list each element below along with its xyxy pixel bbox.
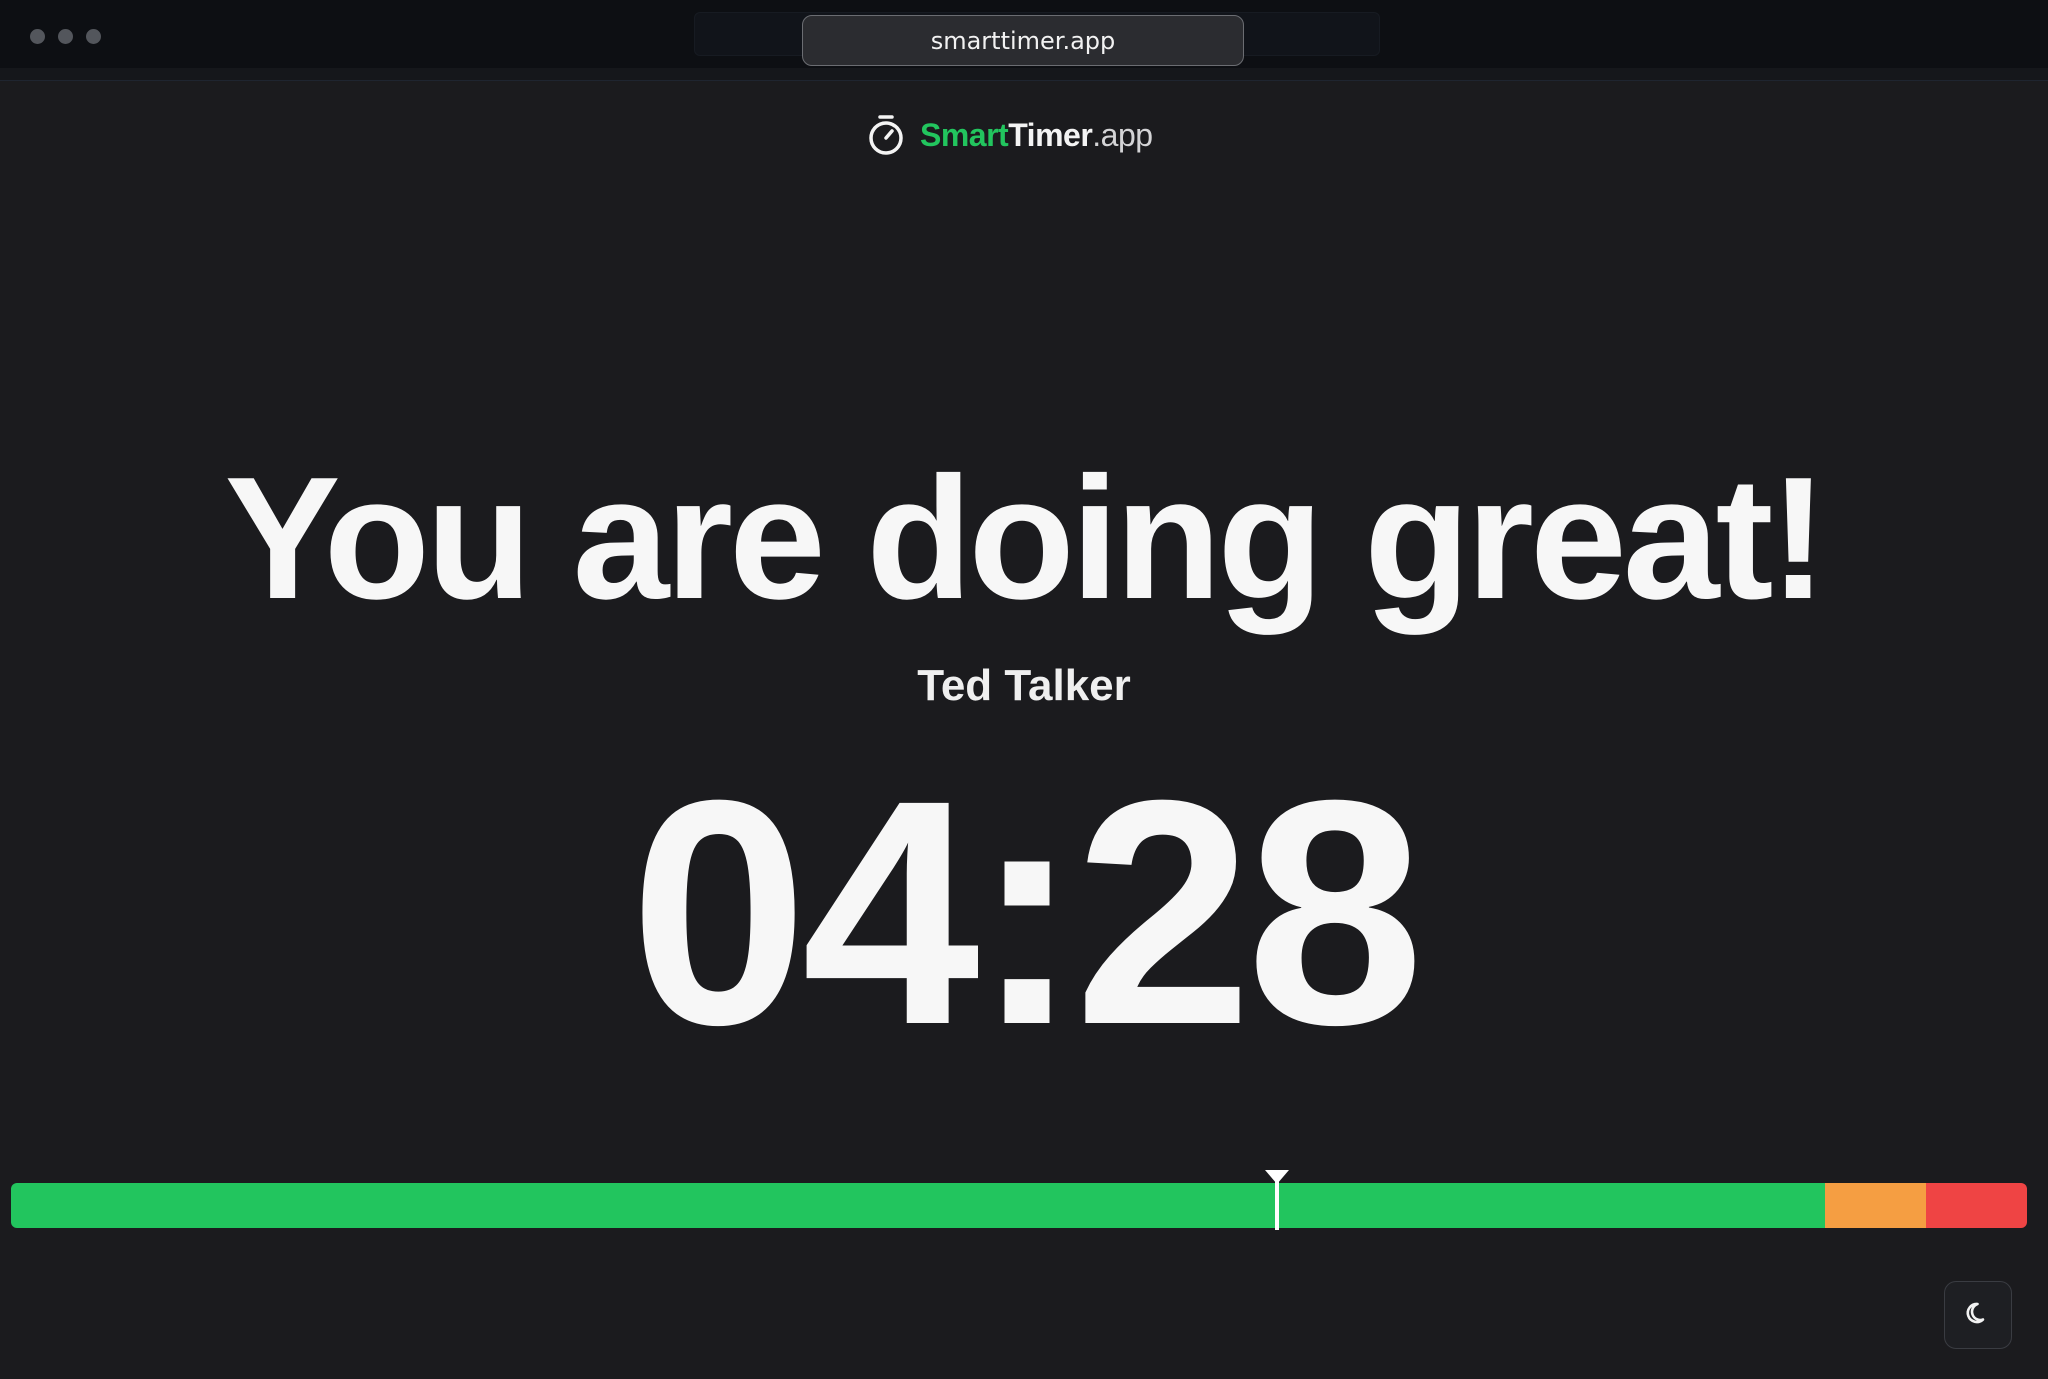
- progress-segment-on-time: [11, 1183, 1826, 1228]
- stopwatch-icon: [866, 113, 906, 157]
- app-window: smarttimer.app SmartTimer.app You are do…: [0, 0, 2048, 1379]
- chrome-divider: [0, 68, 2048, 80]
- window-close-dot[interactable]: [30, 29, 45, 44]
- progress-segment-overtime: [1926, 1183, 2027, 1228]
- logo-app-text: .app: [1092, 116, 1153, 153]
- site-logo[interactable]: SmartTimer.app: [866, 112, 1153, 158]
- logo-wordmark: SmartTimer.app: [920, 117, 1153, 154]
- window-maximize-dot[interactable]: [86, 29, 101, 44]
- speaker-name: Ted Talker: [917, 661, 1131, 710]
- progress-segment-warning: [1825, 1183, 1927, 1228]
- timeline-current-position-marker: [1265, 1170, 1290, 1230]
- address-bar-url: smarttimer.app: [930, 26, 1116, 55]
- timeline-progress-bar: [11, 1183, 2027, 1228]
- logo-timer-text: Timer: [1008, 116, 1093, 153]
- motivational-message: You are doing great!: [224, 440, 1828, 635]
- moon-icon: [1964, 1299, 1992, 1332]
- address-bar[interactable]: smarttimer.app: [802, 15, 1244, 66]
- logo-smart-text: Smart: [920, 116, 1009, 153]
- countdown-timer: 04:28: [629, 733, 1424, 1091]
- marker-line: [1275, 1178, 1280, 1230]
- window-minimize-dot[interactable]: [58, 29, 73, 44]
- theme-toggle-button[interactable]: [1944, 1281, 2012, 1349]
- browser-chrome: smarttimer.app: [0, 0, 2048, 81]
